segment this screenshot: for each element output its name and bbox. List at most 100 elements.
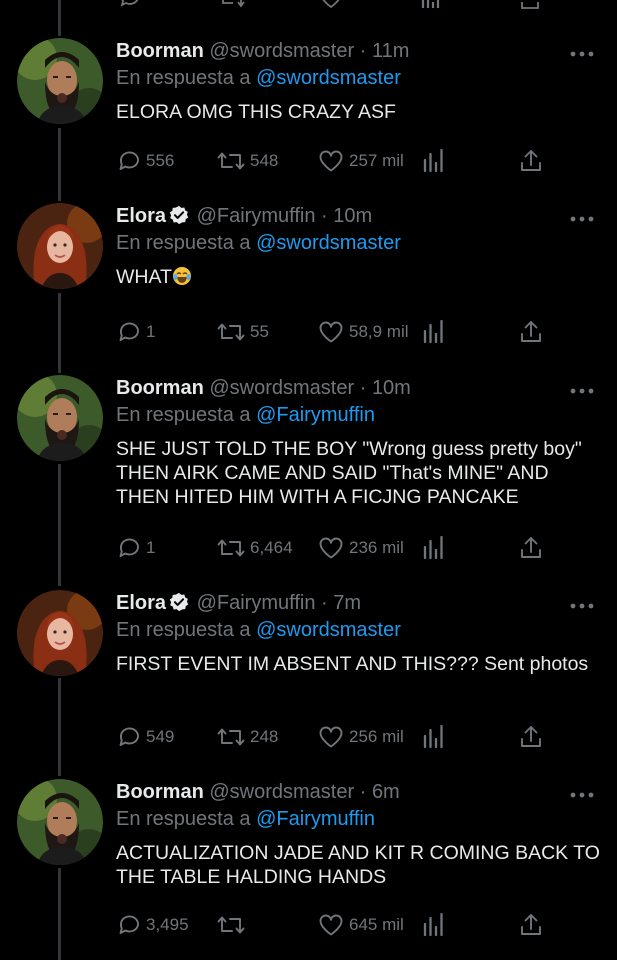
like-button[interactable]: 257 mil xyxy=(317,147,404,175)
views-button[interactable] xyxy=(422,723,444,751)
timestamp[interactable]: 10m xyxy=(372,377,411,399)
reply-mention-link[interactable]: @Fairymuffin xyxy=(256,404,375,426)
thread-line xyxy=(58,868,61,960)
like-count: 256 mil xyxy=(349,727,404,746)
like-button[interactable]: 58,9 mil xyxy=(317,318,409,346)
reply-count: 556 xyxy=(146,151,175,170)
views-button[interactable] xyxy=(422,318,444,346)
display-name[interactable]: Boorman xyxy=(116,377,204,399)
display-name[interactable]: Boorman xyxy=(116,40,204,62)
tweet-text-body: ELORA OMG THIS CRAZY ASF xyxy=(116,101,396,123)
reply-count: 3,495 xyxy=(146,915,189,934)
views-button[interactable] xyxy=(422,911,444,939)
user-handle[interactable]: @Fairymuffin xyxy=(197,205,316,227)
like-button[interactable]: 236 mil xyxy=(317,534,404,562)
retweet-icon[interactable] xyxy=(218,0,246,10)
tweet-header: Boorman @swordsmaster · 10m xyxy=(116,375,603,401)
display-name[interactable]: Boorman xyxy=(116,781,204,803)
share-icon xyxy=(521,321,541,342)
timestamp[interactable]: 10m xyxy=(333,205,372,227)
retweet-button[interactable]: 248 xyxy=(216,723,278,751)
retweet-button[interactable]: 548 xyxy=(216,147,278,175)
retweet-count: 548 xyxy=(250,151,279,170)
views-button[interactable] xyxy=(422,534,444,562)
reply-prefix: En respuesta a xyxy=(116,808,251,830)
reply-icon xyxy=(119,322,139,341)
reply-mention-link[interactable]: @swordsmaster xyxy=(256,232,401,254)
views-button[interactable] xyxy=(422,147,444,175)
avatar[interactable] xyxy=(17,203,103,289)
reply-button[interactable]: 1 xyxy=(116,318,155,346)
reply-button[interactable]: 1 xyxy=(116,534,155,562)
timestamp[interactable]: 6m xyxy=(372,781,400,803)
reply-mention-link[interactable]: @swordsmaster xyxy=(256,67,401,89)
retweet-icon xyxy=(217,728,245,746)
reply-button[interactable]: 549 xyxy=(116,723,174,751)
reply-button[interactable]: 556 xyxy=(116,147,174,175)
user-handle[interactable]: @Fairymuffin xyxy=(197,592,316,614)
tweet-content: Elora @Fairymuffin · 10m En respuesta a … xyxy=(116,203,603,289)
share-icon xyxy=(521,537,541,558)
tweet-text: ELORA OMG THIS CRAZY ASF xyxy=(116,100,603,124)
share-button[interactable] xyxy=(518,318,544,346)
like-button[interactable]: 645 mil xyxy=(317,911,404,939)
tweet-actions: 3,495 645 mil xyxy=(116,911,556,939)
avatar[interactable] xyxy=(17,38,103,124)
display-name[interactable]: Elora xyxy=(116,205,166,227)
reply-icon xyxy=(119,727,139,746)
display-name[interactable]: Elora xyxy=(116,592,166,614)
views-icon xyxy=(423,148,443,173)
views-icon[interactable] xyxy=(420,0,442,12)
user-handle[interactable]: @swordsmaster xyxy=(209,377,354,399)
retweet-count: 248 xyxy=(250,727,279,746)
reply-mention-link[interactable]: @swordsmaster xyxy=(256,619,401,641)
retweet-count: 55 xyxy=(250,322,269,341)
share-icon xyxy=(521,150,541,171)
like-icon[interactable] xyxy=(318,0,344,10)
share-button[interactable] xyxy=(518,723,544,751)
tweet-header: Elora @Fairymuffin · 10m xyxy=(116,203,603,229)
reply-button[interactable]: 3,495 xyxy=(116,911,189,939)
share-button[interactable] xyxy=(518,534,544,562)
avatar[interactable] xyxy=(17,590,103,676)
reply-mention-link[interactable]: @Fairymuffin xyxy=(256,808,375,830)
user-handle[interactable]: @swordsmaster xyxy=(209,40,354,62)
reply-icon xyxy=(119,151,139,170)
like-count: 645 mil xyxy=(349,915,404,934)
avatar-image xyxy=(17,38,103,124)
avatar[interactable] xyxy=(17,375,103,461)
share-icon[interactable] xyxy=(518,0,542,12)
reply-count: 549 xyxy=(146,727,175,746)
tweet-content: Boorman @swordsmaster · 11m En respuesta… xyxy=(116,38,603,124)
retweet-button[interactable]: 55 xyxy=(216,318,269,346)
tweet-text: FIRST EVENT IM ABSENT AND THIS??? Sent p… xyxy=(116,652,603,676)
share-button[interactable] xyxy=(518,147,544,175)
like-icon xyxy=(319,914,343,936)
views-icon xyxy=(423,535,443,560)
avatar-image xyxy=(17,203,103,289)
tweet-text: ACTUALIZATION JADE AND KIT R COMING BACK… xyxy=(116,841,603,889)
reply-prefix: En respuesta a xyxy=(116,619,251,641)
share-button[interactable] xyxy=(518,911,544,939)
tweet-text: SHE JUST TOLD THE BOY "Wrong guess prett… xyxy=(116,437,603,509)
retweet-button[interactable] xyxy=(216,911,250,939)
reply-prefix: En respuesta a xyxy=(116,232,251,254)
like-button[interactable]: 256 mil xyxy=(317,723,404,751)
tweet-content: Boorman @swordsmaster · 10m En respuesta… xyxy=(116,375,603,509)
timestamp[interactable]: 7m xyxy=(333,592,361,614)
like-count: 257 mil xyxy=(349,151,404,170)
retweet-icon xyxy=(217,539,245,557)
separator-dot: · xyxy=(359,377,367,399)
retweet-button[interactable]: 6,464 xyxy=(216,534,293,562)
avatar-image xyxy=(17,590,103,676)
reply-icon[interactable] xyxy=(118,0,142,10)
avatar[interactable] xyxy=(17,779,103,865)
views-icon xyxy=(423,724,443,749)
tweet-text-body: WHAT xyxy=(116,266,172,288)
user-handle[interactable]: @swordsmaster xyxy=(209,781,354,803)
thread-line xyxy=(58,293,61,373)
avatar-image xyxy=(17,375,103,461)
reply-count: 1 xyxy=(146,322,156,341)
previous-tweet-actions xyxy=(0,0,617,14)
timestamp[interactable]: 11m xyxy=(372,40,409,62)
